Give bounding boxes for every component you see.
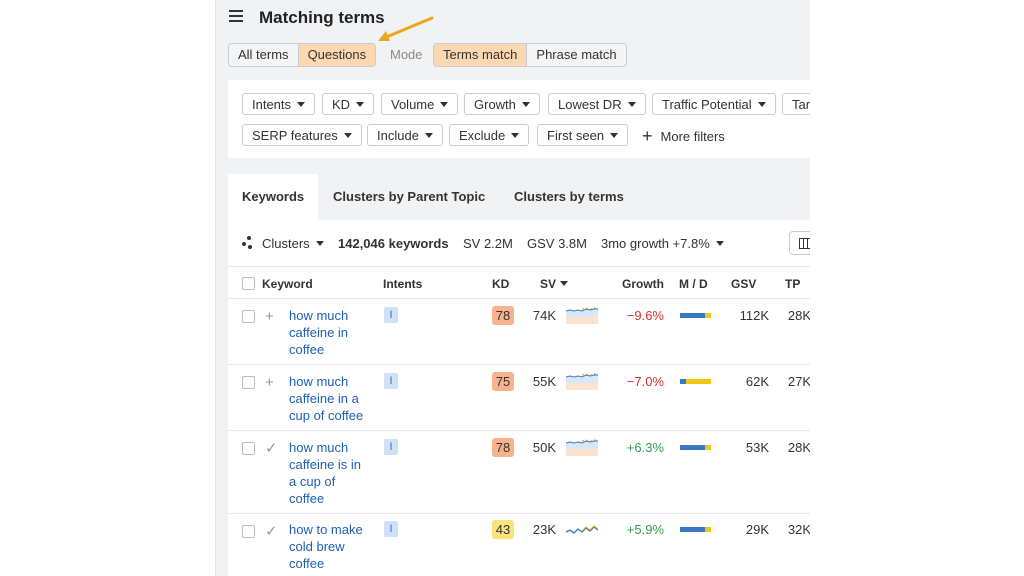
sv-value: 74K bbox=[532, 308, 556, 323]
all-terms-button[interactable]: All terms bbox=[229, 44, 298, 66]
tp-value: 28K bbox=[787, 440, 810, 455]
page-title: Matching terms bbox=[259, 8, 385, 27]
filter-exclude[interactable]: Exclude bbox=[449, 124, 530, 146]
filter-traffic-potential[interactable]: Traffic Potential bbox=[652, 93, 776, 115]
growth-value: −7.0% bbox=[626, 374, 664, 389]
row-checkbox[interactable] bbox=[242, 310, 255, 323]
add-keyword-icon[interactable]: + bbox=[265, 309, 274, 324]
total-sv: SV 2.2M bbox=[463, 236, 513, 251]
header-sv[interactable]: SV bbox=[540, 277, 569, 291]
gsv-value: 53K bbox=[745, 440, 769, 455]
keyword-link[interactable]: how much caffeine is in a cup of coffee bbox=[289, 439, 369, 507]
growth-dropdown[interactable]: 3mo growth +7.8% bbox=[601, 236, 724, 251]
sv-value: 23K bbox=[532, 522, 556, 537]
keyword-link[interactable]: how much caffeine in coffee bbox=[289, 307, 369, 358]
term-type-toggle: All terms Questions bbox=[228, 43, 377, 67]
tp-value: 27K bbox=[787, 374, 810, 389]
header-growth[interactable]: Growth bbox=[622, 277, 664, 291]
mode-label: Mode bbox=[390, 47, 423, 62]
hamburger-menu-icon[interactable] bbox=[229, 10, 243, 24]
tab-clusters-by-terms[interactable]: Clusters by terms bbox=[500, 174, 638, 220]
mobile-desktop-bar bbox=[680, 527, 711, 532]
intent-badge: I bbox=[384, 521, 398, 537]
sv-trend-sparkline[interactable] bbox=[565, 438, 598, 456]
kd-badge: 78 bbox=[492, 306, 514, 325]
mobile-desktop-bar bbox=[680, 445, 711, 450]
added-check-icon[interactable]: ✓ bbox=[265, 441, 278, 456]
gsv-value: 62K bbox=[745, 374, 769, 389]
intent-badge: I bbox=[384, 373, 398, 389]
divider bbox=[228, 298, 810, 299]
header-gsv[interactable]: GSV bbox=[731, 277, 756, 291]
gsv-value: 29K bbox=[745, 522, 769, 537]
header-kd[interactable]: KD bbox=[492, 277, 509, 291]
sv-trend-sparkline[interactable] bbox=[565, 520, 599, 538]
kd-badge: 78 bbox=[492, 438, 514, 457]
tab-clusters-by-parent-topic[interactable]: Clusters by Parent Topic bbox=[319, 174, 499, 220]
clusters-icon bbox=[242, 236, 256, 250]
row-checkbox[interactable] bbox=[242, 525, 255, 538]
divider bbox=[228, 513, 810, 514]
filter-lowest-dr[interactable]: Lowest DR bbox=[548, 93, 646, 115]
intent-badge: I bbox=[384, 439, 398, 455]
header-keyword[interactable]: Keyword bbox=[262, 277, 313, 291]
tp-value: 28K bbox=[787, 308, 810, 323]
sv-value: 50K bbox=[532, 440, 556, 455]
select-all-checkbox[interactable] bbox=[242, 277, 255, 290]
total-gsv: GSV 3.8M bbox=[527, 236, 587, 251]
header-md[interactable]: M / D bbox=[679, 277, 708, 291]
added-check-icon[interactable]: ✓ bbox=[265, 524, 278, 539]
filter-serp-features[interactable]: SERP features bbox=[242, 124, 362, 146]
header-tp[interactable]: TP bbox=[785, 277, 800, 291]
divider bbox=[228, 266, 810, 267]
add-keyword-icon[interactable]: + bbox=[265, 375, 274, 390]
sv-value: 55K bbox=[532, 374, 556, 389]
mode-toggle: Terms match Phrase match bbox=[433, 43, 627, 67]
filter-include[interactable]: Include bbox=[367, 124, 443, 146]
phrase-match-button[interactable]: Phrase match bbox=[526, 44, 626, 66]
columns-icon[interactable] bbox=[789, 231, 810, 255]
keyword-link[interactable]: how much caffeine in a cup of coffee bbox=[289, 373, 369, 424]
growth-value: −9.6% bbox=[626, 308, 664, 323]
terms-match-button[interactable]: Terms match bbox=[434, 44, 527, 66]
divider bbox=[228, 364, 810, 365]
keyword-count: 142,046 keywords bbox=[338, 236, 449, 251]
sv-trend-sparkline[interactable] bbox=[565, 372, 598, 390]
sv-trend-sparkline[interactable] bbox=[565, 306, 598, 324]
app-window: Matching terms All terms Questions Mode … bbox=[215, 0, 810, 576]
growth-value: +6.3% bbox=[626, 440, 664, 455]
annotation-arrow bbox=[378, 16, 434, 41]
header-intents[interactable]: Intents bbox=[383, 277, 422, 291]
clusters-dropdown[interactable]: Clusters bbox=[262, 236, 324, 251]
questions-button[interactable]: Questions bbox=[297, 44, 376, 66]
row-checkbox[interactable] bbox=[242, 376, 255, 389]
filter-kd[interactable]: KD bbox=[322, 93, 375, 115]
mobile-desktop-bar bbox=[680, 379, 711, 384]
gsv-value: 112K bbox=[739, 308, 769, 323]
kd-badge: 43 bbox=[492, 520, 514, 539]
filter-growth[interactable]: Growth bbox=[464, 93, 540, 115]
more-filters-button[interactable]: + More filters bbox=[642, 124, 725, 148]
mobile-desktop-bar bbox=[680, 313, 711, 318]
kd-badge: 75 bbox=[492, 372, 514, 391]
filter-target[interactable]: Target bbox=[782, 93, 810, 115]
tp-value: 32K bbox=[787, 522, 810, 537]
divider bbox=[228, 430, 810, 431]
intent-badge: I bbox=[384, 307, 398, 323]
keywords-panel: Clusters 142,046 keywords SV 2.2M GSV 3.… bbox=[228, 220, 810, 576]
tab-keywords[interactable]: Keywords bbox=[228, 174, 319, 220]
growth-value: +5.9% bbox=[626, 522, 664, 537]
filter-first-seen[interactable]: First seen bbox=[537, 124, 629, 146]
keyword-link[interactable]: how to make cold brew coffee bbox=[289, 521, 369, 572]
row-checkbox[interactable] bbox=[242, 442, 255, 455]
filter-intents[interactable]: Intents bbox=[242, 93, 316, 115]
plus-icon: + bbox=[642, 126, 653, 146]
filters-bar: Intents KD Volume Growth Lowest DR Traff… bbox=[228, 80, 810, 158]
filter-volume[interactable]: Volume bbox=[381, 93, 459, 115]
